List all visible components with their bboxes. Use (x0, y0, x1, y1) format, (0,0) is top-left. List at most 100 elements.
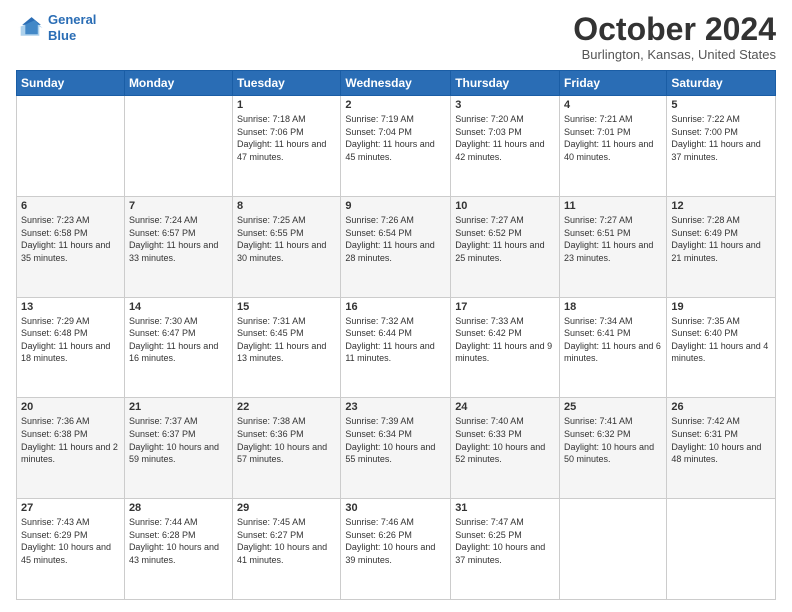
calendar-cell: 15 Sunrise: 7:31 AM Sunset: 6:45 PM Dayli… (233, 297, 341, 398)
day-info: Sunrise: 7:44 AM Sunset: 6:28 PM Dayligh… (129, 516, 228, 566)
day-number: 14 (129, 301, 228, 313)
day-number: 28 (129, 502, 228, 514)
day-number: 11 (564, 200, 662, 212)
calendar-cell: 1Sunrise: 7:18 AM Sunset: 7:06 PM Daylig… (233, 96, 341, 197)
calendar-cell: 7 Sunrise: 7:24 AM Sunset: 6:57 PM Daylig… (124, 196, 232, 297)
day-info: Sunrise: 7:38 AM Sunset: 6:36 PM Dayligh… (237, 415, 336, 465)
day-number: 25 (564, 401, 662, 413)
calendar-cell: 6Sunrise: 7:23 AM Sunset: 6:58 PM Daylig… (17, 196, 125, 297)
day-info: Sunrise: 7:34 AM Sunset: 6:41 PM Dayligh… (564, 315, 662, 365)
day-number: 30 (345, 502, 446, 514)
calendar-cell: 9Sunrise: 7:26 AM Sunset: 6:54 PM Daylig… (341, 196, 451, 297)
calendar-cell: 5Sunrise: 7:22 AM Sunset: 7:00 PM Daylig… (667, 96, 776, 197)
day-info: Sunrise: 7:19 AM Sunset: 7:04 PM Dayligh… (345, 113, 446, 163)
calendar-cell (560, 499, 667, 600)
day-info: Sunrise: 7:42 AM Sunset: 6:31 PM Dayligh… (671, 415, 771, 465)
header: General Blue October 2024 Burlington, Ka… (16, 12, 776, 62)
calendar-day-header: Wednesday (341, 71, 451, 96)
calendar-day-header: Thursday (451, 71, 560, 96)
day-number: 26 (671, 401, 771, 413)
calendar-cell: 19 Sunrise: 7:35 AM Sunset: 6:40 PM Dayli… (667, 297, 776, 398)
day-number: 12 (671, 200, 771, 212)
day-info: Sunrise: 7:27 AM Sunset: 6:52 PM Dayligh… (455, 214, 555, 264)
day-info: Sunrise: 7:26 AM Sunset: 6:54 PM Dayligh… (345, 214, 446, 264)
calendar-cell: 12 Sunrise: 7:28 AM Sunset: 6:49 PM Dayli… (667, 196, 776, 297)
logo: General Blue (16, 12, 96, 43)
day-number: 22 (237, 401, 336, 413)
day-info: Sunrise: 7:31 AM Sunset: 6:45 PM Dayligh… (237, 315, 336, 365)
calendar-header-row: SundayMondayTuesdayWednesdayThursdayFrid… (17, 71, 776, 96)
day-info: Sunrise: 7:36 AM Sunset: 6:38 PM Dayligh… (21, 415, 120, 465)
calendar-week-row: 20 Sunrise: 7:36 AM Sunset: 6:38 PM Dayli… (17, 398, 776, 499)
calendar-cell (17, 96, 125, 197)
calendar-cell: 14 Sunrise: 7:30 AM Sunset: 6:47 PM Dayli… (124, 297, 232, 398)
day-info: Sunrise: 7:24 AM Sunset: 6:57 PM Dayligh… (129, 214, 228, 264)
calendar-cell: 17Sunrise: 7:33 AM Sunset: 6:42 PM Dayli… (451, 297, 560, 398)
calendar-week-row: 6Sunrise: 7:23 AM Sunset: 6:58 PM Daylig… (17, 196, 776, 297)
day-info: Sunrise: 7:22 AM Sunset: 7:00 PM Dayligh… (671, 113, 771, 163)
calendar-cell: 4Sunrise: 7:21 AM Sunset: 7:01 PM Daylig… (560, 96, 667, 197)
calendar-cell (667, 499, 776, 600)
calendar-cell: 20 Sunrise: 7:36 AM Sunset: 6:38 PM Dayli… (17, 398, 125, 499)
day-number: 21 (129, 401, 228, 413)
calendar-cell: 11 Sunrise: 7:27 AM Sunset: 6:51 PM Dayli… (560, 196, 667, 297)
day-number: 2 (345, 99, 446, 111)
calendar-cell: 29 Sunrise: 7:45 AM Sunset: 6:27 PM Dayli… (233, 499, 341, 600)
day-number: 27 (21, 502, 120, 514)
calendar-cell: 26 Sunrise: 7:42 AM Sunset: 6:31 PM Dayli… (667, 398, 776, 499)
day-info: Sunrise: 7:39 AM Sunset: 6:34 PM Dayligh… (345, 415, 446, 465)
day-info: Sunrise: 7:30 AM Sunset: 6:47 PM Dayligh… (129, 315, 228, 365)
calendar-day-header: Monday (124, 71, 232, 96)
calendar-cell: 21Sunrise: 7:37 AM Sunset: 6:37 PM Dayli… (124, 398, 232, 499)
day-number: 24 (455, 401, 555, 413)
day-info: Sunrise: 7:35 AM Sunset: 6:40 PM Dayligh… (671, 315, 771, 365)
day-info: Sunrise: 7:29 AM Sunset: 6:48 PM Dayligh… (21, 315, 120, 365)
day-number: 29 (237, 502, 336, 514)
calendar-cell: 24 Sunrise: 7:40 AM Sunset: 6:33 PM Dayli… (451, 398, 560, 499)
calendar-cell: 16 Sunrise: 7:32 AM Sunset: 6:44 PM Dayli… (341, 297, 451, 398)
day-info: Sunrise: 7:20 AM Sunset: 7:03 PM Dayligh… (455, 113, 555, 163)
day-info: Sunrise: 7:28 AM Sunset: 6:49 PM Dayligh… (671, 214, 771, 264)
day-number: 31 (455, 502, 555, 514)
calendar-cell: 22 Sunrise: 7:38 AM Sunset: 6:36 PM Dayli… (233, 398, 341, 499)
calendar-cell: 27Sunrise: 7:43 AM Sunset: 6:29 PM Dayli… (17, 499, 125, 600)
calendar-cell: 23Sunrise: 7:39 AM Sunset: 6:34 PM Dayli… (341, 398, 451, 499)
day-number: 16 (345, 301, 446, 313)
day-info: Sunrise: 7:41 AM Sunset: 6:32 PM Dayligh… (564, 415, 662, 465)
day-number: 7 (129, 200, 228, 212)
day-number: 3 (455, 99, 555, 111)
day-info: Sunrise: 7:27 AM Sunset: 6:51 PM Dayligh… (564, 214, 662, 264)
calendar-cell: 2 Sunrise: 7:19 AM Sunset: 7:04 PM Daylig… (341, 96, 451, 197)
day-number: 18 (564, 301, 662, 313)
day-info: Sunrise: 7:21 AM Sunset: 7:01 PM Dayligh… (564, 113, 662, 163)
calendar-cell: 13 Sunrise: 7:29 AM Sunset: 6:48 PM Dayli… (17, 297, 125, 398)
day-number: 8 (237, 200, 336, 212)
location: Burlington, Kansas, United States (573, 47, 776, 62)
day-number: 20 (21, 401, 120, 413)
day-info: Sunrise: 7:40 AM Sunset: 6:33 PM Dayligh… (455, 415, 555, 465)
calendar-day-header: Sunday (17, 71, 125, 96)
day-info: Sunrise: 7:46 AM Sunset: 6:26 PM Dayligh… (345, 516, 446, 566)
day-number: 6 (21, 200, 120, 212)
calendar-cell: 30 Sunrise: 7:46 AM Sunset: 6:26 PM Dayli… (341, 499, 451, 600)
calendar-week-row: 13 Sunrise: 7:29 AM Sunset: 6:48 PM Dayli… (17, 297, 776, 398)
calendar-cell: 3 Sunrise: 7:20 AM Sunset: 7:03 PM Daylig… (451, 96, 560, 197)
day-info: Sunrise: 7:25 AM Sunset: 6:55 PM Dayligh… (237, 214, 336, 264)
day-number: 10 (455, 200, 555, 212)
calendar-day-header: Tuesday (233, 71, 341, 96)
title-block: October 2024 Burlington, Kansas, United … (573, 12, 776, 62)
calendar-cell: 31Sunrise: 7:47 AM Sunset: 6:25 PM Dayli… (451, 499, 560, 600)
day-number: 13 (21, 301, 120, 313)
day-number: 19 (671, 301, 771, 313)
calendar-day-header: Friday (560, 71, 667, 96)
day-number: 1 (237, 99, 336, 111)
day-number: 15 (237, 301, 336, 313)
logo-text: General Blue (48, 12, 96, 43)
page: General Blue October 2024 Burlington, Ka… (0, 0, 792, 612)
month-title: October 2024 (573, 12, 776, 47)
calendar-cell: 18 Sunrise: 7:34 AM Sunset: 6:41 PM Dayli… (560, 297, 667, 398)
day-info: Sunrise: 7:45 AM Sunset: 6:27 PM Dayligh… (237, 516, 336, 566)
logo-icon (16, 14, 44, 42)
calendar-cell: 10 Sunrise: 7:27 AM Sunset: 6:52 PM Dayli… (451, 196, 560, 297)
day-info: Sunrise: 7:32 AM Sunset: 6:44 PM Dayligh… (345, 315, 446, 365)
